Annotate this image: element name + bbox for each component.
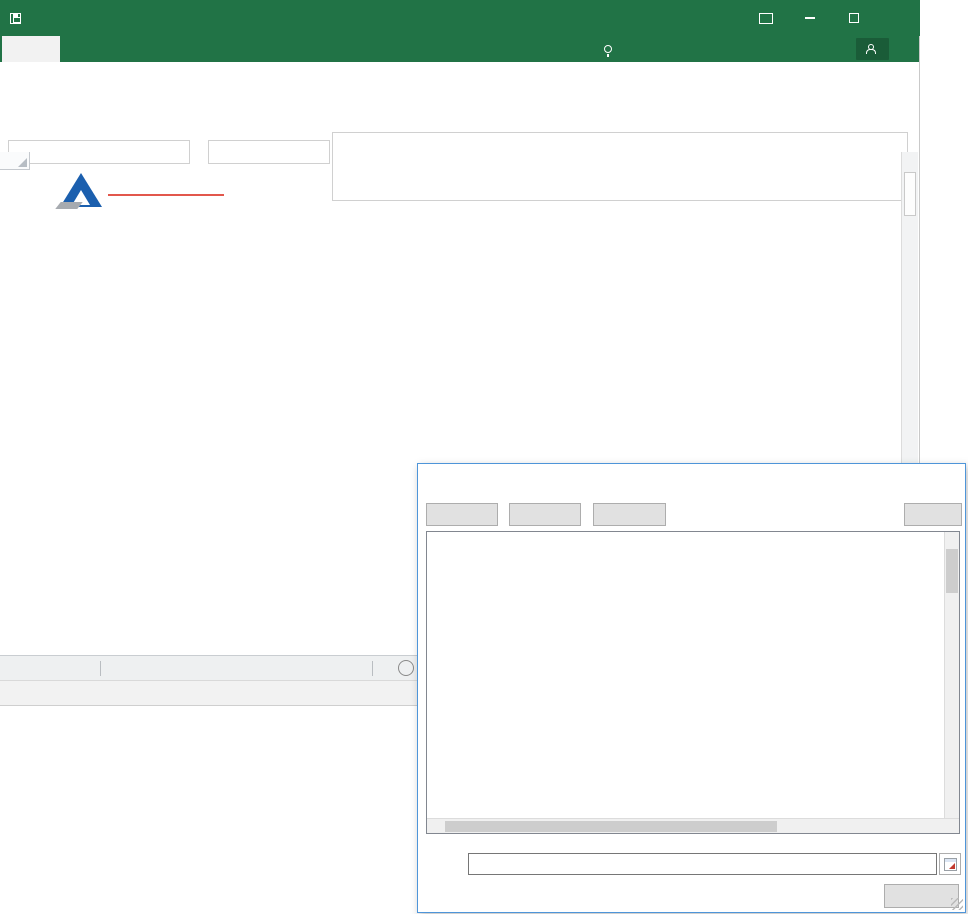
scroll-up-icon[interactable] [902, 152, 919, 169]
names-list[interactable] [426, 531, 960, 834]
share-button[interactable] [856, 38, 889, 60]
help-icon[interactable] [896, 473, 916, 493]
delete-button[interactable] [593, 503, 666, 526]
close-icon[interactable] [876, 0, 920, 36]
name-manager-dialog [417, 463, 966, 913]
close-button[interactable] [884, 884, 959, 908]
scrollbar-thumb[interactable] [946, 549, 958, 593]
scroll-up-icon[interactable] [945, 532, 959, 547]
maximize-icon[interactable] [832, 0, 876, 36]
new-sheet-icon[interactable] [398, 660, 414, 676]
list-vertical-scrollbar[interactable] [944, 532, 959, 818]
ribbon-display-options-icon[interactable] [744, 0, 788, 36]
resize-grip[interactable] [951, 898, 963, 910]
vertex-systems-logo [55, 172, 228, 212]
scrollbar-thumb[interactable] [445, 821, 777, 832]
tell-me-box[interactable] [604, 36, 617, 62]
lightbulb-icon [604, 45, 612, 57]
list-horizontal-scrollbar[interactable] [427, 818, 959, 833]
scrollbar-thumb[interactable] [904, 172, 916, 216]
title-bar [0, 0, 920, 36]
scroll-right-icon[interactable] [944, 819, 959, 833]
collapse-dialog-icon[interactable] [939, 853, 961, 875]
name-box[interactable] [8, 140, 190, 164]
formula-row [0, 62, 920, 201]
person-icon [865, 44, 876, 54]
dialog-close-icon[interactable] [934, 470, 960, 494]
select-all-corner[interactable] [0, 152, 30, 170]
scroll-left-icon[interactable] [427, 819, 442, 833]
scroll-down-icon[interactable] [945, 803, 959, 818]
screen [0, 0, 968, 914]
ribbon-tab-bar [0, 36, 920, 62]
window-controls [744, 0, 920, 36]
formula-buttons [208, 140, 330, 164]
edit-button[interactable] [509, 503, 581, 526]
filter-button[interactable] [904, 503, 962, 526]
minimize-icon[interactable] [788, 0, 832, 36]
tab-file[interactable] [2, 36, 60, 62]
new-button[interactable] [426, 503, 498, 526]
cancel-icon[interactable] [426, 855, 442, 873]
refers-to-input[interactable] [468, 853, 937, 875]
formula-bar-input[interactable] [332, 132, 908, 201]
enter-icon[interactable] [444, 855, 460, 873]
